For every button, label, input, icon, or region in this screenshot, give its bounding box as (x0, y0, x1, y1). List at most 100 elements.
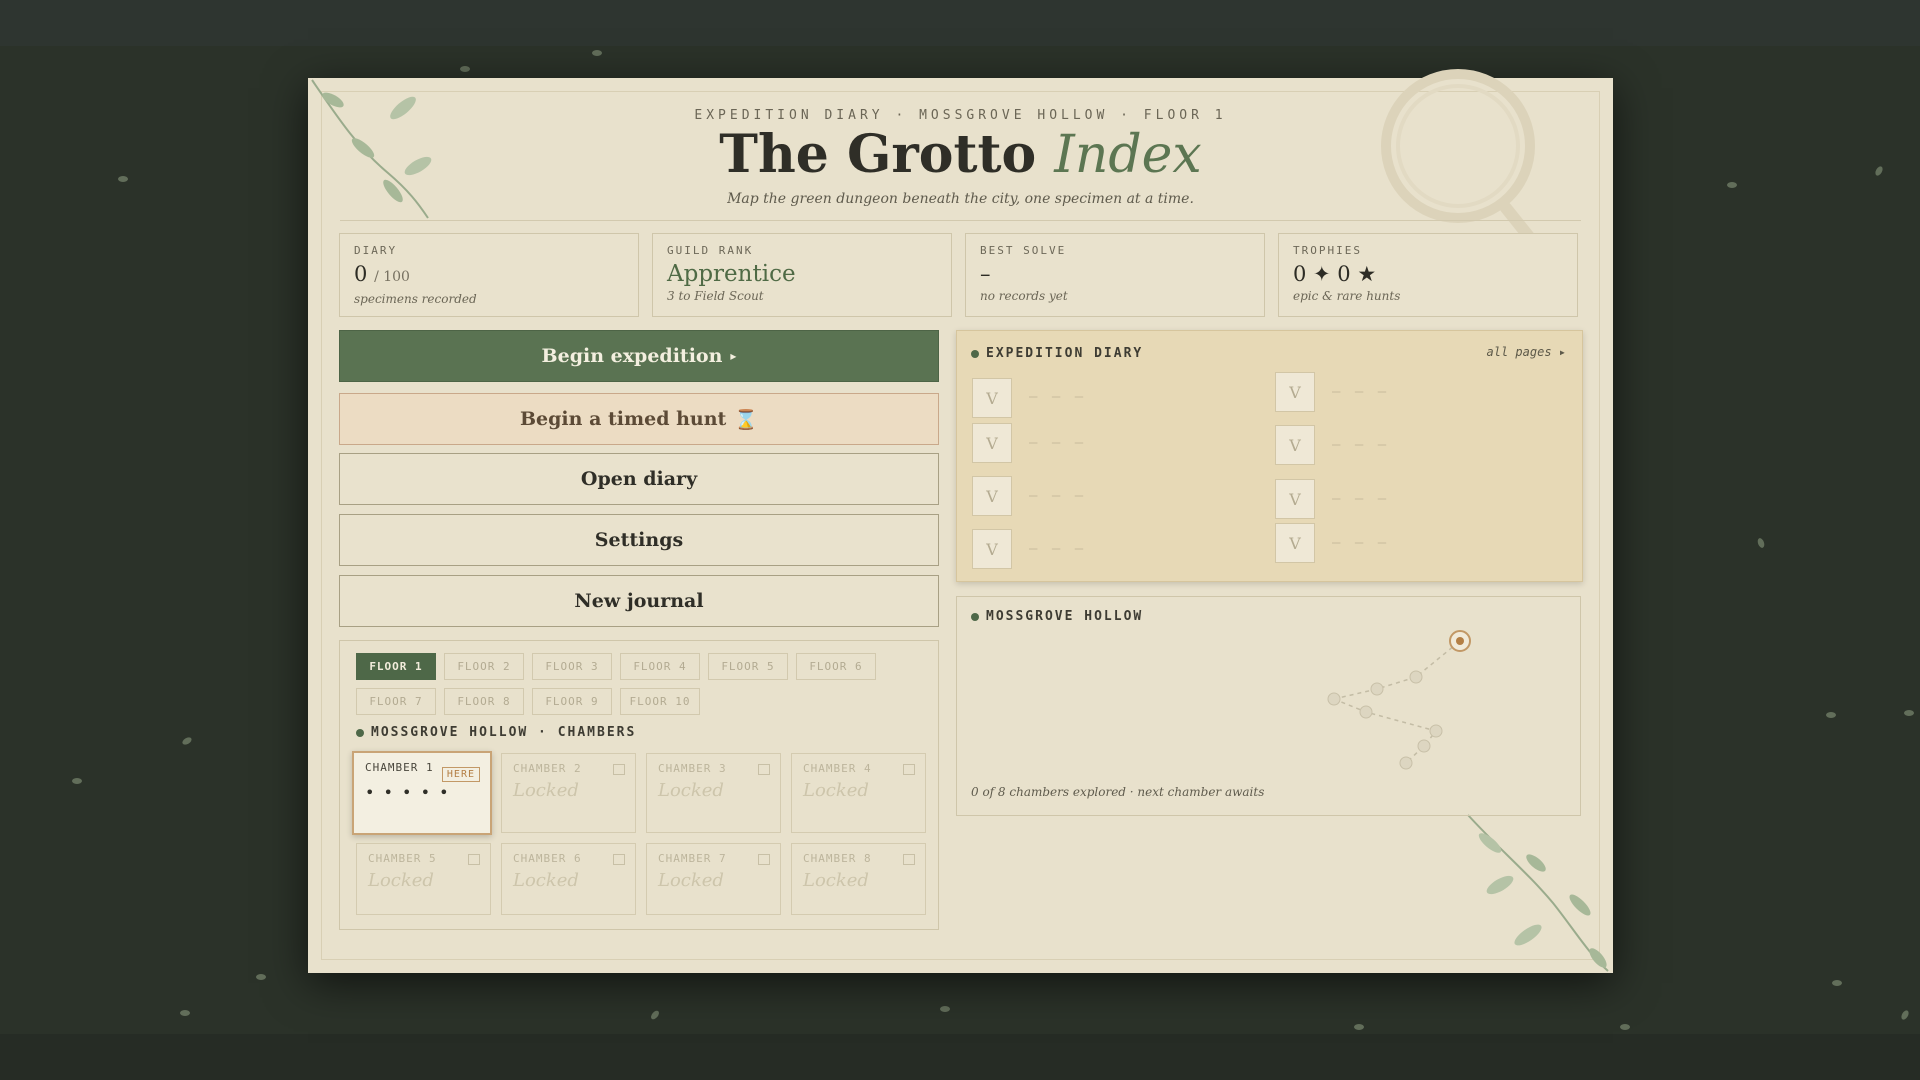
tab-floor-7[interactable]: FLOOR 7 (356, 688, 436, 715)
backdrop-leaf (1756, 537, 1766, 549)
slot-placeholder: — — — (1332, 384, 1390, 400)
chamber-card-6[interactable]: CHAMBER 6 Locked (501, 843, 636, 915)
leaf-sprout-icon: V (1289, 489, 1301, 509)
page-title: The Grotto Index (308, 124, 1613, 185)
stat-note: 3 to Field Scout (667, 289, 764, 303)
chamber-name: CHAMBER 1 (365, 761, 434, 774)
chamber-card-2[interactable]: CHAMBER 2 Locked (501, 753, 636, 833)
tab-floor-5[interactable]: FLOOR 5 (708, 653, 788, 680)
hourglass-icon: ⌛ (734, 408, 758, 431)
stat-best-solve: BEST SOLVE – no records yet (965, 233, 1265, 317)
slot-placeholder: — — — (1332, 535, 1390, 551)
backdrop-bottom-band (0, 1034, 1920, 1080)
chamber-node[interactable] (1417, 739, 1431, 753)
stat-value: 0 / 100 (354, 261, 624, 290)
specimen-slot[interactable]: V (1275, 523, 1315, 563)
leaf-sprout-icon: V (1289, 533, 1301, 553)
chamber-node[interactable] (1359, 705, 1373, 719)
tab-floor-10[interactable]: FLOOR 10 (620, 688, 700, 715)
begin-expedition-label: Begin expedition (541, 345, 723, 367)
slot-placeholder: — — — (1029, 389, 1087, 405)
bullet-dot-icon (971, 349, 979, 358)
settings-button[interactable]: Settings (339, 514, 939, 566)
tab-floor-3[interactable]: FLOOR 3 (532, 653, 612, 680)
path-line (1333, 640, 1461, 700)
lock-icon (758, 764, 770, 775)
tab-floor-6[interactable]: FLOOR 6 (796, 653, 876, 680)
floor-chamber-selector: FLOOR 1 FLOOR 2 FLOOR 3 FLOOR 4 FLOOR 5 … (339, 640, 939, 930)
specimen-slot[interactable]: V (972, 423, 1012, 463)
specimen-slot[interactable]: V (1275, 479, 1315, 519)
specimen-slot[interactable]: V (1275, 372, 1315, 412)
leaf-sprout-icon: V (986, 539, 998, 559)
stat-label: DIARY (354, 244, 398, 257)
main-panel: EXPEDITION DIARY · MOSSGROVE HOLLOW · FL… (308, 69, 1613, 973)
chamber-node[interactable] (1429, 724, 1443, 738)
stat-guild-rank: GUILD RANK Apprentice 3 to Field Scout (652, 233, 952, 317)
chamber-name: CHAMBER 6 (513, 852, 582, 865)
timed-hunt-button[interactable]: Begin a timed hunt ⌛ (339, 393, 939, 445)
leaf-sprout-icon: V (986, 486, 998, 506)
chamber-card-1[interactable]: CHAMBER 1 HERE • • • • • (352, 751, 492, 835)
specimen-slot[interactable]: V (1275, 425, 1315, 465)
backdrop-top-band (0, 0, 1920, 46)
current-chamber-dot-icon (1456, 637, 1464, 645)
open-diary-button[interactable]: Open diary (339, 453, 939, 505)
stat-value: – (980, 262, 991, 286)
lock-icon (613, 764, 625, 775)
tab-floor-1[interactable]: FLOOR 1 (356, 653, 436, 680)
chamber-node[interactable] (1327, 692, 1341, 706)
chamber-node[interactable] (1399, 756, 1413, 770)
tab-floor-2[interactable]: FLOOR 2 (444, 653, 524, 680)
begin-expedition-button[interactable]: Begin expedition ▸ (339, 330, 939, 382)
tab-floor-8[interactable]: FLOOR 8 (444, 688, 524, 715)
stat-value: Apprentice (667, 261, 796, 287)
chamber-state: Locked (658, 780, 724, 801)
chamber-state: Locked (368, 870, 434, 891)
backdrop-leaf (460, 66, 470, 72)
new-journal-button[interactable]: New journal (339, 575, 939, 627)
chamber-card-4[interactable]: CHAMBER 4 Locked (791, 753, 926, 833)
tab-floor-4[interactable]: FLOOR 4 (620, 653, 700, 680)
chamber-card-3[interactable]: CHAMBER 3 Locked (646, 753, 781, 833)
stat-trophies: TROPHIES 0 ✦ 0 ★ epic & rare hunts (1278, 233, 1578, 317)
backdrop-leaf (1727, 182, 1737, 188)
title-accent: Index (1054, 125, 1202, 185)
specimen-slot[interactable]: V (972, 529, 1012, 569)
chamber-path-map (1327, 630, 1471, 770)
specimen-slot[interactable]: V (972, 476, 1012, 516)
chamber-name: CHAMBER 3 (658, 762, 727, 775)
all-pages-link[interactable]: all pages ▸ (1487, 345, 1566, 359)
header-divider (340, 220, 1581, 221)
specimen-slot[interactable]: V (972, 378, 1012, 418)
backdrop-leaf (1354, 1024, 1364, 1030)
tab-floor-9[interactable]: FLOOR 9 (532, 688, 612, 715)
chambers-heading: MOSSGROVE HOLLOW · CHAMBERS (356, 725, 636, 740)
chamber-node[interactable] (1409, 670, 1423, 684)
bullet-dot-icon (356, 728, 364, 737)
chamber-node[interactable] (1370, 682, 1384, 696)
backdrop-leaf (649, 1009, 661, 1021)
stat-note: specimens recorded (354, 292, 477, 306)
stat-diary: DIARY 0 / 100 specimens recorded (339, 233, 639, 317)
stat-note: no records yet (980, 289, 1068, 303)
path-line (1333, 698, 1438, 764)
slot-placeholder: — — — (1029, 435, 1087, 451)
chamber-name: CHAMBER 5 (368, 852, 437, 865)
leaf-sprout-icon: V (986, 388, 998, 408)
chamber-state: Locked (803, 780, 869, 801)
leaf-sprout-icon: V (1289, 382, 1301, 402)
chamber-card-5[interactable]: CHAMBER 5 Locked (356, 843, 491, 915)
header-kicker: EXPEDITION DIARY · MOSSGROVE HOLLOW · FL… (694, 108, 1227, 123)
backdrop-leaf (1873, 165, 1885, 177)
backdrop-leaf (1904, 710, 1914, 716)
backdrop-leaf (1832, 980, 1842, 986)
chamber-card-8[interactable]: CHAMBER 8 Locked (791, 843, 926, 915)
timed-hunt-label: Begin a timed hunt (520, 408, 727, 430)
backdrop-leaf (180, 1010, 190, 1016)
chamber-card-7[interactable]: CHAMBER 7 Locked (646, 843, 781, 915)
chamber-state: Locked (658, 870, 724, 891)
page-subtitle: Map the green dungeon beneath the city, … (727, 191, 1194, 207)
chamber-state: Locked (513, 870, 579, 891)
leaf-sprout-icon: V (986, 433, 998, 453)
